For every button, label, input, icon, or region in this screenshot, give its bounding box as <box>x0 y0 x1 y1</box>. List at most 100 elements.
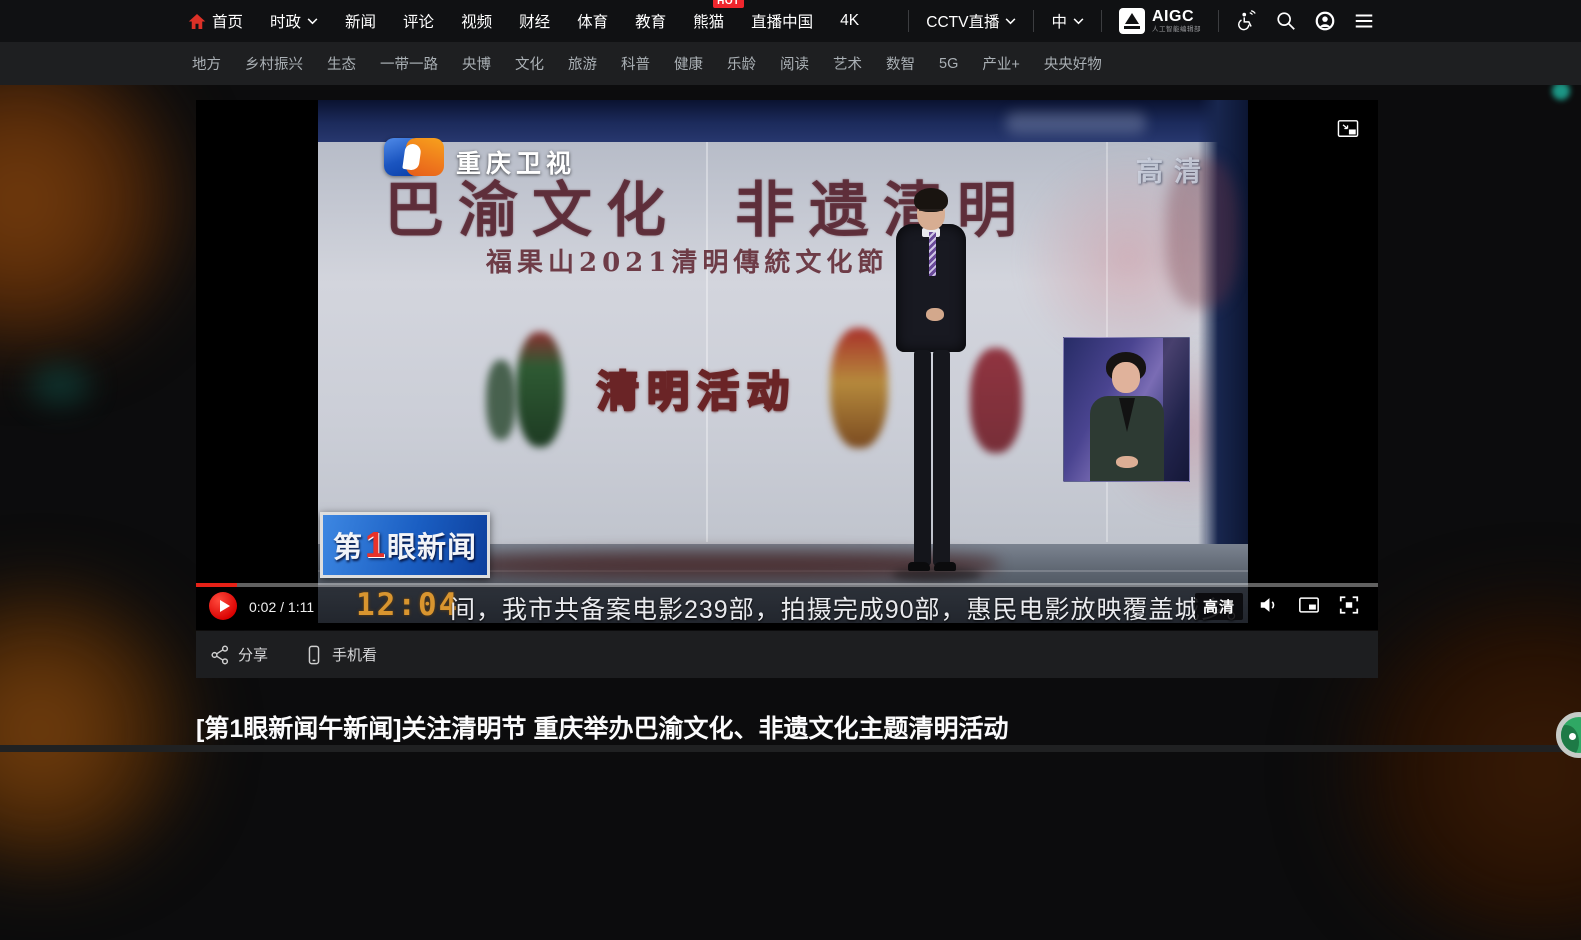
user-icon[interactable] <box>1314 10 1336 32</box>
nav-label: 体育 <box>577 14 609 31</box>
nav-item-tiyu[interactable]: 体育 <box>577 10 608 32</box>
inset-background-column <box>1163 338 1189 481</box>
subnav-item-leling[interactable]: 乐龄 <box>727 53 756 74</box>
mobile-phone-icon <box>304 645 324 665</box>
nav-item-jiaoyu[interactable]: 教育 <box>635 10 666 32</box>
language-selector[interactable]: 中 <box>1051 10 1084 32</box>
subnav-item-difang[interactable]: 地方 <box>192 53 221 74</box>
channel-logo-text: 重庆卫视 <box>456 150 577 178</box>
subnav-item-shuzhi[interactable]: 数智 <box>886 53 915 74</box>
nav-label: CCTV直播 <box>926 14 1000 31</box>
share-label: 分享 <box>238 647 269 664</box>
nav-separator <box>1101 10 1102 32</box>
subnav-item-wenhua[interactable]: 文化 <box>515 53 544 74</box>
anchor-leg <box>914 350 931 566</box>
nav-separator <box>1218 10 1219 32</box>
nav-item-4k[interactable]: 4K <box>840 12 859 30</box>
quality-button[interactable]: 高清 <box>1195 593 1244 620</box>
nav-label: 时政 <box>270 14 302 31</box>
opera-figure <box>486 360 516 440</box>
action-bar: 分享 手机看 <box>196 631 1378 678</box>
subnav-item-kepu[interactable]: 科普 <box>621 53 650 74</box>
opera-figure <box>516 332 564 447</box>
top-nav-right: CCTV直播 中 AIGC 人工智能编辑部 <box>908 8 1375 34</box>
share-icon <box>210 645 230 665</box>
play-button[interactable] <box>209 592 237 620</box>
studio-top-glow <box>1006 112 1146 134</box>
subnav-item-yidaiyilu[interactable]: 一带一路 <box>380 53 438 74</box>
widget-graphic <box>1561 725 1579 753</box>
mobile-watch-button[interactable]: 手机看 <box>304 644 377 665</box>
picture-in-picture-icon[interactable] <box>1298 594 1320 616</box>
video-page-title: [第1眼新闻午新闻]关注清明节 重庆举办巴渝文化、非遗文化主题清明活动 <box>196 715 1009 743</box>
news-logo-text: 眼新闻 <box>387 532 478 564</box>
subnav-item-yishu[interactable]: 艺术 <box>833 53 862 74</box>
hd-watermark: 高清 <box>1136 157 1212 187</box>
subnav-item-chanye[interactable]: 产业+ <box>982 53 1019 74</box>
news-logo-digit: 1 <box>364 524 386 565</box>
search-icon[interactable] <box>1275 10 1297 32</box>
anchor-shoe <box>908 562 930 571</box>
nav-item-xinwen[interactable]: 新闻 <box>345 10 376 32</box>
aigc-icon <box>1119 8 1145 34</box>
subnav-item-xiangcunzhenxing[interactable]: 乡村振兴 <box>245 53 303 74</box>
subnav-item-yangbo[interactable]: 央博 <box>462 53 491 74</box>
decor-blob-left <box>30 365 90 405</box>
accessibility-icon[interactable] <box>1236 10 1258 32</box>
subnav-item-lvyou[interactable]: 旅游 <box>568 53 597 74</box>
nav-item-pinglun[interactable]: 评论 <box>403 10 434 32</box>
subnav-item-yangyanghaowu[interactable]: 央央好物 <box>1044 53 1102 74</box>
video-player[interactable]: 巴渝文化 非遗清明 福果山2021清明傳統文化節 清明活动 重庆卫视 高清 第 … <box>196 100 1378 630</box>
nav-item-shipin[interactable]: 视频 <box>461 10 492 32</box>
nav-cctv-live[interactable]: CCTV直播 <box>926 10 1016 32</box>
subnav-item-jiankang[interactable]: 健康 <box>674 53 703 74</box>
opera-figure <box>970 348 1022 453</box>
nav-home-label: 首页 <box>212 14 244 31</box>
nav-label: 财经 <box>519 14 551 31</box>
progress-played <box>196 583 237 587</box>
volume-icon[interactable] <box>1258 594 1280 616</box>
anchor-tie <box>929 232 936 276</box>
nav-home[interactable]: 首页 <box>188 10 243 32</box>
aigc-title: AIGC <box>1152 7 1194 25</box>
widget-graphic <box>1569 733 1576 740</box>
interpreter-face <box>1112 362 1140 393</box>
anchor-hands <box>926 308 944 321</box>
anchor-glasses <box>919 209 943 215</box>
nav-item-caijing[interactable]: 财经 <box>519 10 550 32</box>
nav-item-shizheng[interactable]: 时政 <box>270 10 318 32</box>
nav-item-xiongmao[interactable]: 熊猫 HOT <box>693 0 744 32</box>
mini-player-icon[interactable] <box>1337 119 1359 139</box>
nav-label: 视频 <box>461 14 493 31</box>
news-logo-text: 第 <box>332 532 363 564</box>
subnav-item-5g[interactable]: 5G <box>939 56 958 72</box>
nav-label: 教育 <box>635 14 667 31</box>
play-icon <box>219 600 230 612</box>
top-nav: 首页 时政 新闻 评论 视频 财经 体育 教育 熊猫 HOT 直播中国 4K C… <box>0 0 1581 42</box>
aigc-logo[interactable]: AIGC 人工智能编辑部 <box>1119 8 1201 34</box>
nav-item-zhibozhongguo[interactable]: 直播中国 <box>751 10 813 32</box>
sign-language-inset <box>1063 337 1190 482</box>
news-program-logo: 第 1 眼新闻 <box>320 512 490 578</box>
video-frame[interactable]: 巴渝文化 非遗清明 福果山2021清明傳統文化節 清明活动 重庆卫视 高清 第 … <box>318 100 1248 623</box>
nav-label: 4K <box>840 12 860 29</box>
mobile-watch-label: 手机看 <box>332 647 378 664</box>
interpreter-hands <box>1116 456 1138 468</box>
share-button[interactable]: 分享 <box>210 644 268 665</box>
banner-subtitle: 福果山2021清明傳統文化節 <box>486 248 889 278</box>
decor-blob-right <box>1510 330 1581 530</box>
nav-label: 直播中国 <box>751 14 814 31</box>
nav-separator <box>1033 10 1035 32</box>
broadcast-clock: 12:04 <box>356 587 460 623</box>
nav-label: 评论 <box>403 14 435 31</box>
top-nav-left: 首页 时政 新闻 评论 视频 财经 体育 教育 熊猫 HOT 直播中国 4K <box>188 0 859 32</box>
stage-caption: 清明活动 <box>596 367 798 417</box>
fullscreen-icon[interactable] <box>1338 594 1360 616</box>
progress-bar[interactable] <box>196 583 1378 587</box>
menu-icon[interactable] <box>1353 10 1375 32</box>
nav-label: 熊猫 <box>693 14 725 31</box>
subnav-item-shengtai[interactable]: 生态 <box>327 53 356 74</box>
opera-figure <box>830 328 888 448</box>
chevron-down-icon <box>1073 17 1084 25</box>
subnav-item-yuedu[interactable]: 阅读 <box>780 53 809 74</box>
